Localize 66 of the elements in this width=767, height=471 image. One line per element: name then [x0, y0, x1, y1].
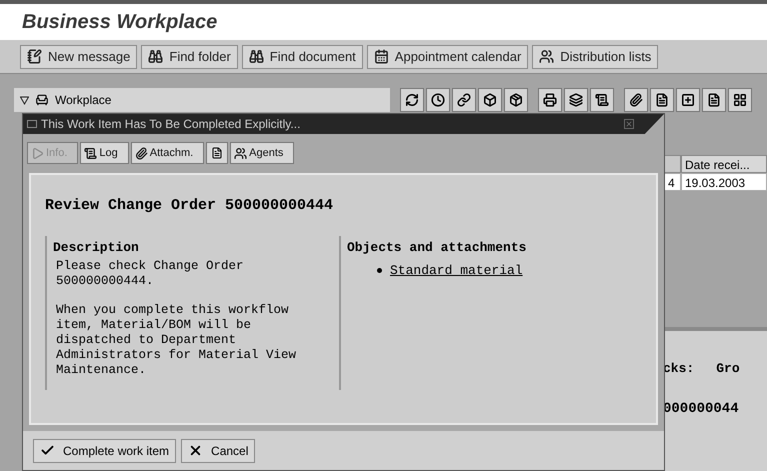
- stack-icon: [569, 93, 583, 107]
- toolbar-icon-button[interactable]: [478, 88, 502, 112]
- field-label: Gro: [716, 360, 740, 378]
- package-icon: [509, 93, 523, 107]
- refresh-icon: [405, 93, 419, 107]
- cube-icon: [483, 93, 497, 107]
- tab[interactable]: Attachm.: [130, 142, 204, 164]
- window-title: Business Workplace: [22, 10, 218, 35]
- binoculars-icon: [248, 49, 264, 64]
- tab[interactable]: Log: [80, 142, 129, 164]
- document-icon: [707, 93, 721, 107]
- toolbar-icon-button[interactable]: [590, 88, 614, 112]
- window-icon: [27, 120, 37, 128]
- paperclip-icon: [629, 93, 643, 107]
- attachment-link[interactable]: Standard material: [390, 261, 523, 280]
- scroll-icon: [84, 146, 98, 160]
- tab[interactable]: Agents: [230, 142, 294, 164]
- play-icon: [31, 146, 44, 160]
- section-heading: Description: [53, 238, 140, 256]
- field-value: 000000044: [663, 400, 740, 418]
- description-text: When you complete this workflow item, Material/BOM will be dispatched to Department Administrators for Material View Maintenance.: [56, 303, 298, 378]
- toolbar-icon-button[interactable]: [564, 88, 588, 112]
- paperclip-icon: [134, 146, 148, 160]
- people-icon: [539, 49, 554, 64]
- toolbar-icon-button[interactable]: [452, 88, 476, 112]
- notepad-icon: [27, 49, 42, 64]
- grid-icon: [733, 93, 747, 107]
- toolbar-icon-button[interactable]: [538, 88, 562, 112]
- toolbar-icon-button[interactable]: [650, 88, 674, 112]
- toolbar-button[interactable]: Appointment calendar: [366, 44, 528, 68]
- calendar-icon: [374, 49, 389, 64]
- tab-icon-button[interactable]: [206, 142, 228, 164]
- toolbar-button[interactable]: Find document: [242, 44, 363, 68]
- toolbar-button[interactable]: Find folder: [141, 44, 238, 68]
- close-icon[interactable]: [624, 119, 634, 129]
- table-cell: 19.03.2003: [681, 173, 767, 191]
- printer-icon: [543, 93, 557, 107]
- toolbar-icon-button[interactable]: [728, 88, 752, 112]
- toolbar-button[interactable]: New message: [20, 44, 138, 68]
- section-heading: Objects and attachments: [347, 238, 526, 256]
- link-icon: [457, 93, 471, 107]
- dialog-title: This Work Item Has To Be Completed Explicitly...: [41, 116, 302, 133]
- toolbar-button[interactable]: Distribution lists: [532, 44, 658, 68]
- dialog-button[interactable]: Complete work item: [33, 438, 176, 462]
- dialog-button[interactable]: Cancel: [181, 438, 256, 462]
- description-text: Please check Change Order 500000000444.: [56, 259, 245, 289]
- item-heading: Review Change Order 500000000444: [45, 196, 334, 216]
- toolbar-icon-button[interactable]: [676, 88, 700, 112]
- document-icon: [655, 93, 669, 107]
- clock-icon: [431, 93, 445, 107]
- bullet-icon: [377, 268, 382, 274]
- people-icon: [234, 146, 248, 160]
- toolbar-icon-button[interactable]: [624, 88, 648, 112]
- toolbar-icon-button[interactable]: [702, 88, 726, 112]
- add-icon: [681, 93, 695, 107]
- toolbar-icon-button[interactable]: [504, 88, 528, 112]
- tree-header[interactable]: Workplace: [14, 88, 390, 112]
- tree-label: Workplace: [55, 92, 112, 109]
- toolbar-icon-button[interactable]: [426, 88, 450, 112]
- column-header[interactable]: Date recei...: [681, 155, 767, 173]
- document-icon: [211, 147, 224, 159]
- expand-triangle-icon[interactable]: [20, 96, 29, 104]
- scroll-icon: [595, 93, 609, 107]
- binoculars-icon: [148, 49, 164, 64]
- toolbar-icon-button[interactable]: [400, 88, 424, 112]
- chair-icon: [35, 93, 49, 107]
